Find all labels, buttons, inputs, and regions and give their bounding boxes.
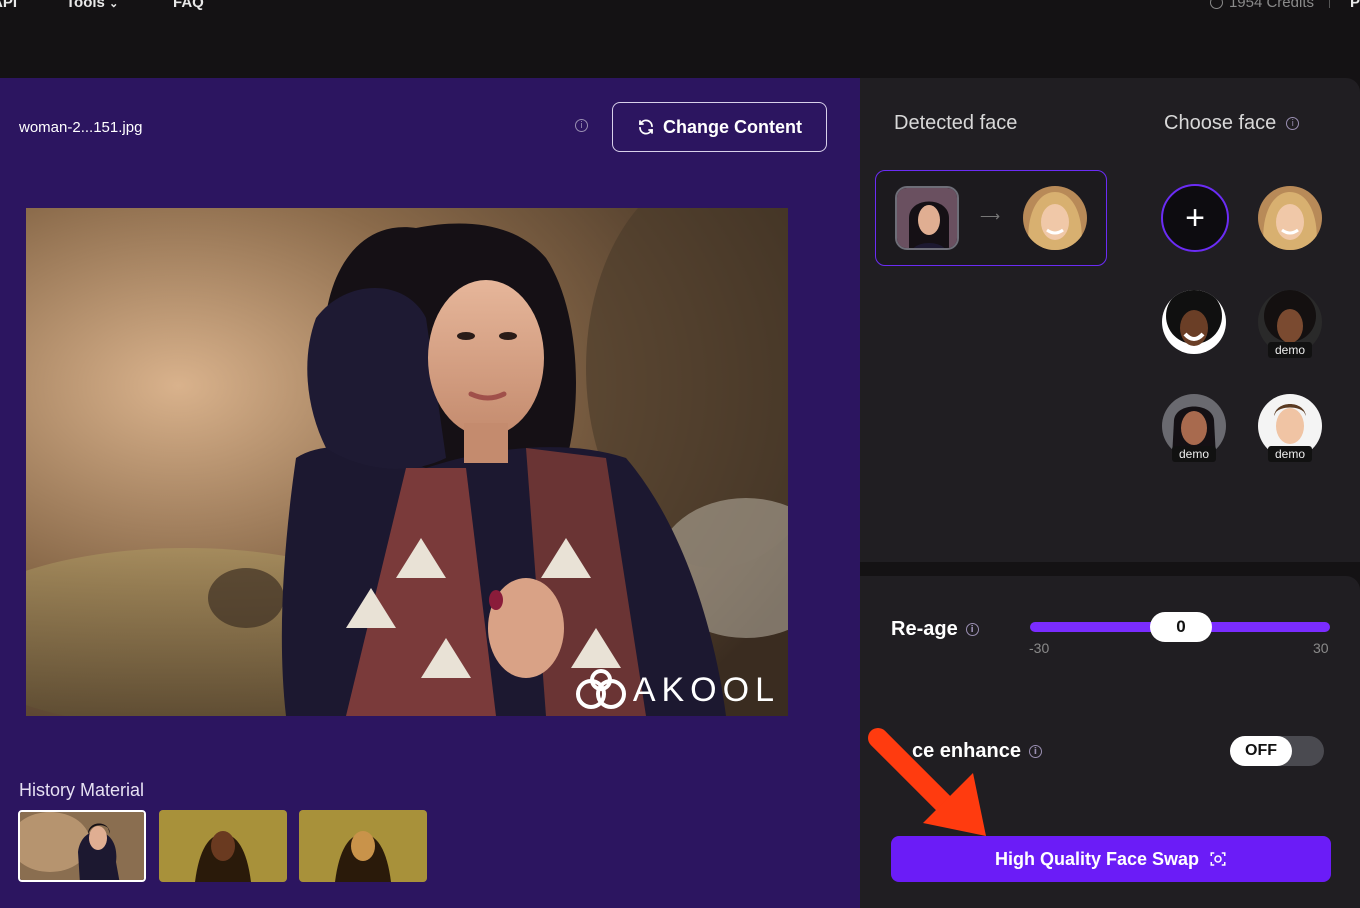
face-image	[1258, 186, 1322, 250]
akool-watermark: AKOOL	[575, 668, 780, 712]
thumb-image	[159, 810, 287, 882]
detected-face-thumb[interactable]	[895, 186, 959, 250]
akool-logo-icon	[575, 669, 626, 709]
credits-counter: 1954 Credits	[1209, 0, 1314, 11]
demo-badge: demo	[1171, 446, 1217, 462]
face-image	[897, 188, 957, 248]
face-image	[1023, 186, 1087, 250]
plus-icon: +	[1185, 198, 1205, 237]
target-face-thumb[interactable]	[1023, 186, 1087, 250]
credits-label: 1954 Credits	[1228, 0, 1314, 11]
main-photo: AKOOL	[26, 208, 788, 716]
nav-item-api[interactable]: API	[0, 0, 17, 11]
face-option-blonde[interactable]	[1258, 186, 1322, 250]
high-quality-face-swap-button[interactable]: High Quality Face Swap	[891, 836, 1331, 882]
nav-item-faq[interactable]: FAQ	[173, 0, 204, 11]
history-material-title: History Material	[19, 780, 145, 800]
nav-item-tools[interactable]: Tools ⌄	[66, 0, 118, 11]
face-enhance-label-group: ce enhance i	[912, 740, 1042, 763]
chevron-down-icon: ⌄	[109, 0, 119, 10]
reage-label-group: Re-age i	[891, 618, 979, 641]
info-icon[interactable]: i	[965, 623, 979, 636]
photo-woman	[26, 208, 788, 716]
reage-slider-handle[interactable]: 0	[1150, 612, 1212, 642]
detected-face-pair[interactable]: ⟶	[875, 170, 1107, 266]
face-option-curly[interactable]	[1162, 290, 1226, 354]
thumb-image	[20, 812, 144, 880]
face-enhance-toggle[interactable]: OFF	[1230, 736, 1324, 766]
choose-face-header: Choose face i	[1164, 112, 1300, 135]
akool-watermark-text: AKOOL	[632, 670, 780, 709]
settings-panel: Re-age i 0 -30 30 ce enhance i OFF High …	[860, 576, 1360, 908]
face-image	[1162, 290, 1226, 354]
change-content-label: Change Content	[663, 116, 802, 137]
swap-button-label: High Quality Face Swap	[994, 848, 1200, 869]
face-option-demo-1[interactable]: demo	[1258, 290, 1322, 358]
nav-divider	[1329, 0, 1330, 8]
face-option-demo-3[interactable]: demo	[1258, 394, 1322, 462]
editor-panel: woman-2...151.jpg i Change Content AKOOL…	[0, 78, 860, 908]
face-selection-panel: Detected face Choose face i ⟶ + demo dem…	[860, 78, 1360, 562]
reage-max-label: 30	[1313, 640, 1329, 656]
toggle-state: OFF	[1230, 736, 1292, 766]
info-icon[interactable]: i	[1028, 745, 1042, 758]
change-content-button[interactable]: Change Content	[612, 102, 827, 152]
info-icon[interactable]: i	[575, 119, 588, 132]
add-face-button[interactable]: +	[1161, 184, 1229, 252]
demo-badge: demo	[1267, 342, 1313, 358]
history-thumb-woman[interactable]	[18, 810, 146, 882]
choose-face-title: Choose face	[1164, 112, 1277, 134]
history-thumb-mona-lisa[interactable]	[299, 810, 427, 882]
top-navigation: API Tools ⌄ FAQ 1954 Credits P	[0, 0, 1360, 78]
reage-label: Re-age	[891, 618, 958, 640]
detected-face-title: Detected face	[894, 112, 1018, 134]
face-option-demo-2[interactable]: demo	[1162, 394, 1226, 462]
swap-arrow-icon: ⟶	[980, 208, 1001, 224]
panel-divider	[860, 562, 1360, 576]
face-enhance-label: ce enhance	[912, 740, 1021, 762]
info-icon[interactable]: i	[1286, 117, 1300, 130]
face-scan-icon	[1210, 852, 1226, 866]
demo-badge: demo	[1267, 446, 1313, 462]
reage-min-label: -30	[1029, 640, 1050, 656]
history-thumb-mona-lisa-dark[interactable]	[159, 810, 287, 882]
credits-icon	[1209, 0, 1223, 9]
file-name: woman-2...151.jpg	[19, 119, 143, 136]
nav-item-tools-label: Tools	[66, 0, 105, 11]
nav-item-truncated[interactable]: P	[1350, 0, 1360, 11]
thumb-image	[299, 810, 427, 882]
refresh-icon	[639, 119, 653, 135]
